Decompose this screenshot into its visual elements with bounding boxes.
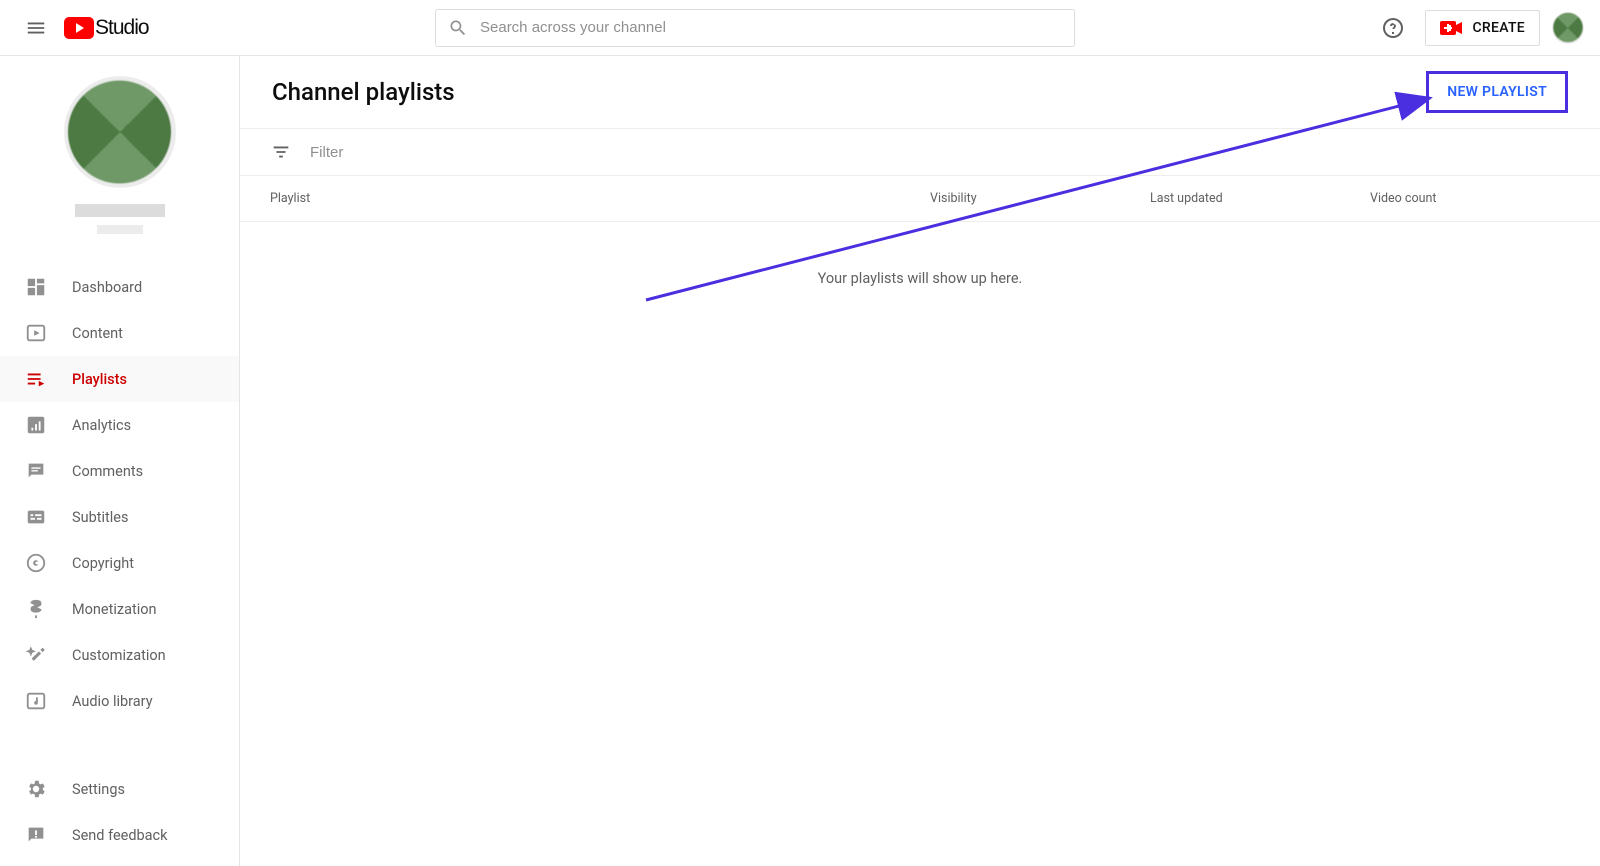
- sidebar-item-label: Copyright: [72, 555, 134, 572]
- body: Dashboard Content Playlists Analytics Co…: [0, 56, 1600, 866]
- channel-avatar[interactable]: [64, 76, 176, 188]
- column-visibility[interactable]: Visibility: [930, 191, 1150, 206]
- channel-avatar-section: [0, 56, 239, 244]
- sidebar-item-feedback[interactable]: Send feedback: [0, 812, 239, 858]
- logo-text: Studio: [95, 16, 149, 40]
- create-label: CREATE: [1472, 20, 1525, 36]
- app-header: Studio CREATE: [0, 0, 1600, 56]
- sidebar-item-label: Customization: [72, 647, 166, 664]
- search-input[interactable]: [480, 19, 1062, 36]
- dashboard-icon: [24, 275, 48, 299]
- sidebar-item-monetization[interactable]: Monetization: [0, 586, 239, 632]
- sidebar-item-content[interactable]: Content: [0, 310, 239, 356]
- column-video-count[interactable]: Video count: [1370, 191, 1570, 206]
- header-center: [149, 9, 1362, 47]
- sidebar-item-label: Settings: [72, 781, 125, 798]
- comments-icon: [24, 459, 48, 483]
- sidebar-bottom: Settings Send feedback: [0, 765, 239, 866]
- sidebar-item-customization[interactable]: Customization: [0, 632, 239, 678]
- sidebar-item-label: Content: [72, 325, 123, 342]
- account-avatar[interactable]: [1552, 12, 1584, 44]
- sidebar-item-comments[interactable]: Comments: [0, 448, 239, 494]
- playlists-icon: [24, 367, 48, 391]
- page-title: Channel playlists: [272, 78, 455, 106]
- menu-button[interactable]: [16, 8, 56, 48]
- column-last-updated[interactable]: Last updated: [1150, 191, 1370, 206]
- gear-icon: [24, 777, 48, 801]
- content-icon: [24, 321, 48, 345]
- help-icon: [1381, 16, 1405, 40]
- header-right: CREATE: [1373, 8, 1584, 48]
- sidebar-nav: Dashboard Content Playlists Analytics Co…: [0, 264, 239, 765]
- filter-icon[interactable]: [270, 141, 292, 163]
- sidebar-item-subtitles[interactable]: Subtitles: [0, 494, 239, 540]
- customization-icon: [24, 643, 48, 667]
- sidebar: Dashboard Content Playlists Analytics Co…: [0, 56, 240, 866]
- search-box[interactable]: [435, 9, 1075, 47]
- table-header: Playlist Visibility Last updated Video c…: [240, 176, 1600, 222]
- sidebar-item-label: Dashboard: [72, 279, 142, 296]
- sidebar-item-label: Playlists: [72, 371, 127, 388]
- sidebar-item-label: Audio library: [72, 693, 153, 710]
- hamburger-icon: [25, 17, 47, 39]
- copyright-icon: [24, 551, 48, 575]
- monetization-icon: [24, 597, 48, 621]
- new-playlist-label: NEW PLAYLIST: [1447, 84, 1547, 100]
- column-playlist[interactable]: Playlist: [270, 191, 930, 206]
- analytics-icon: [24, 413, 48, 437]
- sidebar-item-label: Monetization: [72, 601, 157, 618]
- sidebar-item-copyright[interactable]: Copyright: [0, 540, 239, 586]
- audio-library-icon: [24, 689, 48, 713]
- search-icon: [448, 18, 468, 38]
- feedback-icon: [24, 823, 48, 847]
- page-header: Channel playlists NEW PLAYLIST: [240, 56, 1600, 128]
- sidebar-item-playlists[interactable]: Playlists: [0, 356, 239, 402]
- youtube-studio-logo[interactable]: Studio: [64, 16, 149, 40]
- sidebar-item-label: Comments: [72, 463, 143, 480]
- channel-sub-placeholder: [97, 225, 143, 234]
- help-button[interactable]: [1373, 8, 1413, 48]
- create-button[interactable]: CREATE: [1425, 10, 1540, 46]
- empty-state-message: Your playlists will show up here.: [240, 222, 1600, 287]
- main-content: Channel playlists NEW PLAYLIST Playlist …: [240, 56, 1600, 866]
- sidebar-item-label: Analytics: [72, 417, 131, 434]
- sidebar-item-audio-library[interactable]: Audio library: [0, 678, 239, 724]
- create-camera-icon: [1440, 19, 1464, 37]
- youtube-play-icon: [64, 17, 94, 39]
- sidebar-item-analytics[interactable]: Analytics: [0, 402, 239, 448]
- channel-name-placeholder: [75, 204, 165, 217]
- sidebar-item-settings[interactable]: Settings: [0, 766, 239, 812]
- sidebar-item-dashboard[interactable]: Dashboard: [0, 264, 239, 310]
- subtitles-icon: [24, 505, 48, 529]
- sidebar-item-label: Send feedback: [72, 827, 167, 844]
- filter-bar: [240, 128, 1600, 176]
- sidebar-item-label: Subtitles: [72, 509, 128, 526]
- filter-input[interactable]: [310, 144, 509, 161]
- new-playlist-button[interactable]: NEW PLAYLIST: [1426, 71, 1568, 113]
